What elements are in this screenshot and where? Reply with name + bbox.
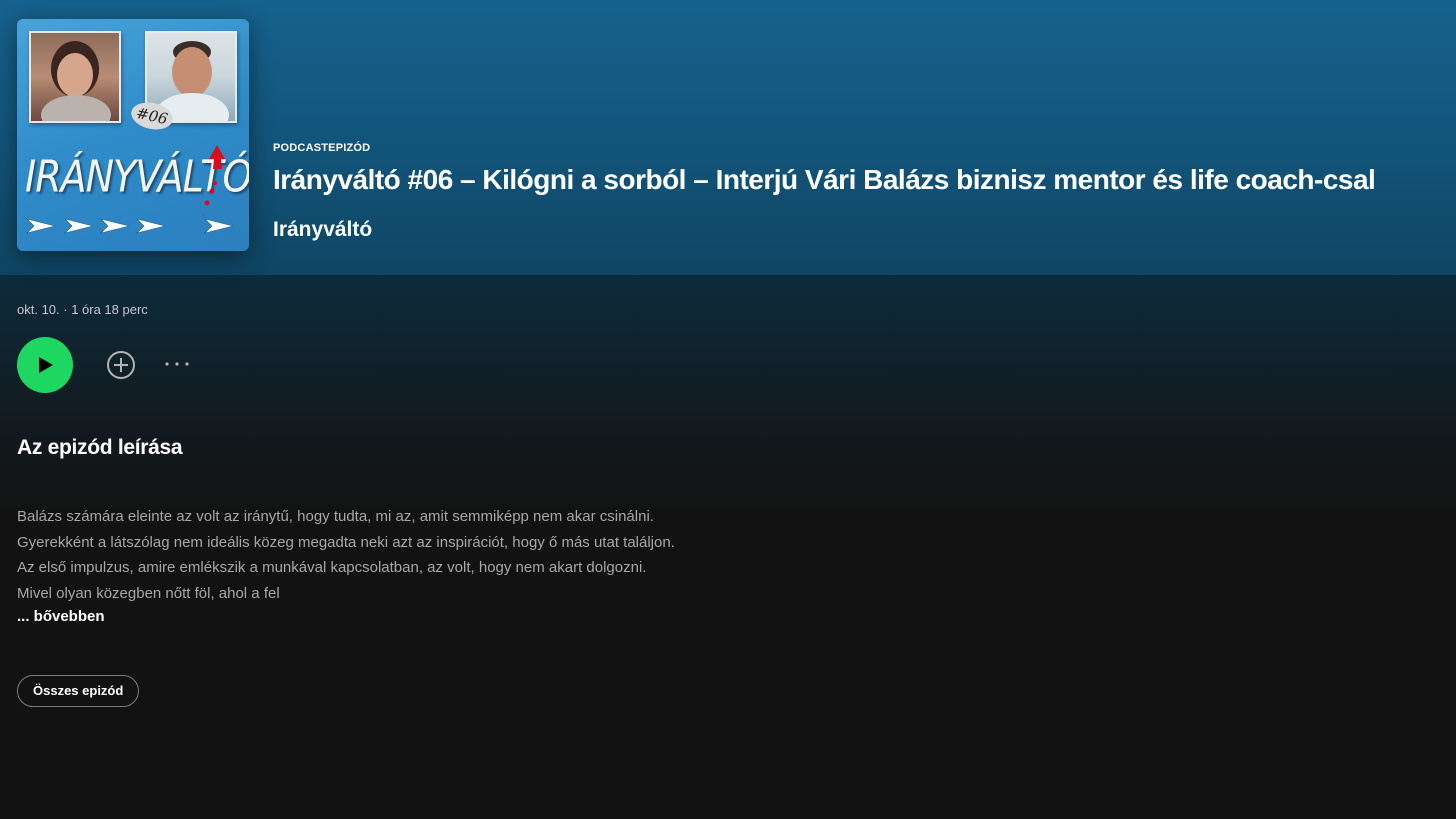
episode-meta: okt. 10. · 1 óra 18 perc bbox=[17, 302, 148, 317]
content-type-label: PODCASTEPIZÓD bbox=[273, 142, 371, 154]
all-episodes-button[interactable]: Összes epizód bbox=[17, 675, 140, 707]
header-gradient-fade bbox=[0, 275, 1456, 515]
plus-circle-icon bbox=[107, 351, 135, 379]
paper-plane-row bbox=[26, 218, 234, 234]
host-photo bbox=[29, 31, 121, 123]
show-more-link[interactable]: ... bővebben bbox=[17, 608, 105, 625]
episode-page: #06 IRÁNYVÁLTÓ PODCASTEPIZÓD Irányváltó … bbox=[0, 0, 1456, 819]
more-options-button[interactable] bbox=[162, 352, 194, 376]
more-dots-icon bbox=[165, 362, 189, 366]
episode-title: Irányváltó #06 – Kilógni a sorból – Inte… bbox=[273, 164, 1376, 195]
play-button[interactable] bbox=[17, 337, 73, 393]
episode-cover-art: #06 IRÁNYVÁLTÓ bbox=[17, 19, 249, 251]
show-name-link[interactable]: Irányváltó bbox=[273, 218, 372, 242]
play-icon bbox=[39, 357, 53, 373]
add-to-library-button[interactable] bbox=[105, 349, 137, 381]
episode-description: Balázs számára eleinte az volt az irányt… bbox=[17, 508, 675, 603]
description-heading: Az epizód leírása bbox=[17, 436, 183, 459]
